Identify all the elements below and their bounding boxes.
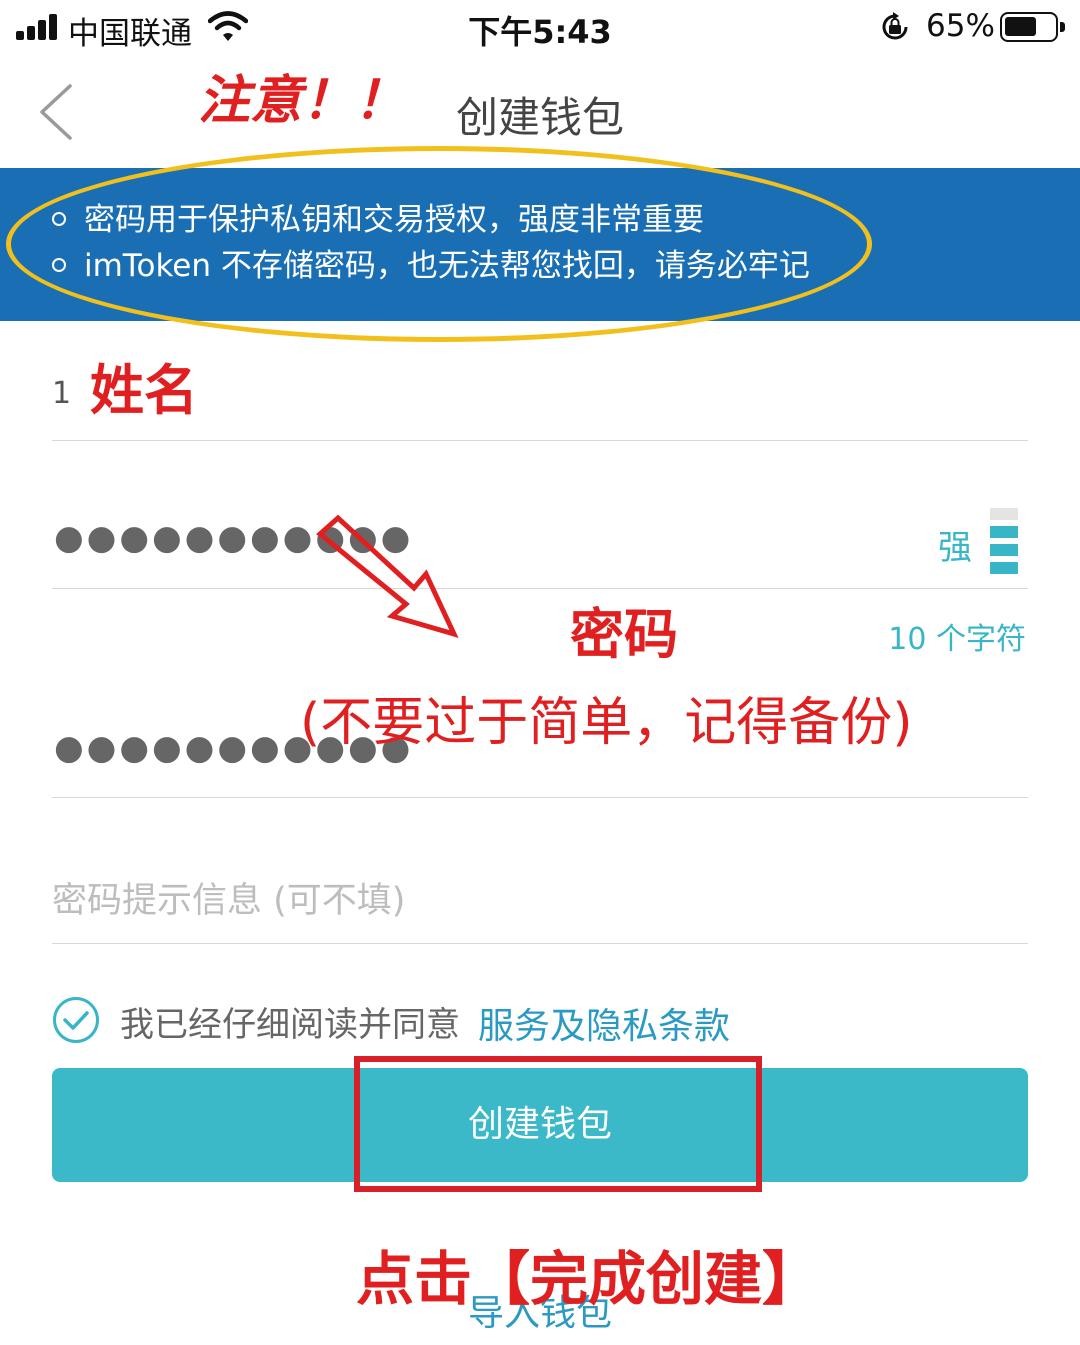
terms-link[interactable]: 服务及隐私条款 <box>478 997 730 1049</box>
password-char-count: 10 个字符 <box>888 622 1026 657</box>
rotation-lock-icon <box>882 12 908 40</box>
annotation-name: 姓名 <box>90 359 198 422</box>
agreement-text: 我已经仔细阅读并同意 <box>120 1005 460 1045</box>
field-divider <box>52 797 1028 798</box>
annotation-attention: 注意！！ <box>198 71 407 131</box>
status-time: 下午5:43 <box>468 13 612 51</box>
wallet-name-input[interactable]: 1 <box>52 376 71 411</box>
agreement-checkbox[interactable] <box>52 996 100 1044</box>
annotation-highlight-box <box>354 1056 762 1192</box>
field-divider <box>52 588 1028 589</box>
field-divider <box>52 943 1028 944</box>
annotation-arrow-icon <box>316 514 459 638</box>
field-divider <box>52 440 1028 441</box>
annotation-highlight-oval <box>6 146 872 342</box>
status-bar: 中国联通 下午5:43 65% <box>0 0 1080 56</box>
annotation-tap-instruction: 点击【完成创建】 <box>356 1245 821 1313</box>
annotation-password-note: (不要过于简单，记得备份) <box>300 693 913 753</box>
page-title: 创建钱包 <box>455 93 624 142</box>
battery-icon <box>1000 12 1065 42</box>
password-strength-meter <box>990 508 1018 574</box>
password-hint-input[interactable]: 密码提示信息 (可不填) <box>52 872 405 923</box>
password-strength-label: 强 <box>938 528 972 568</box>
battery-percent: 65% <box>926 8 995 44</box>
annotation-password: 密码 <box>570 603 678 666</box>
